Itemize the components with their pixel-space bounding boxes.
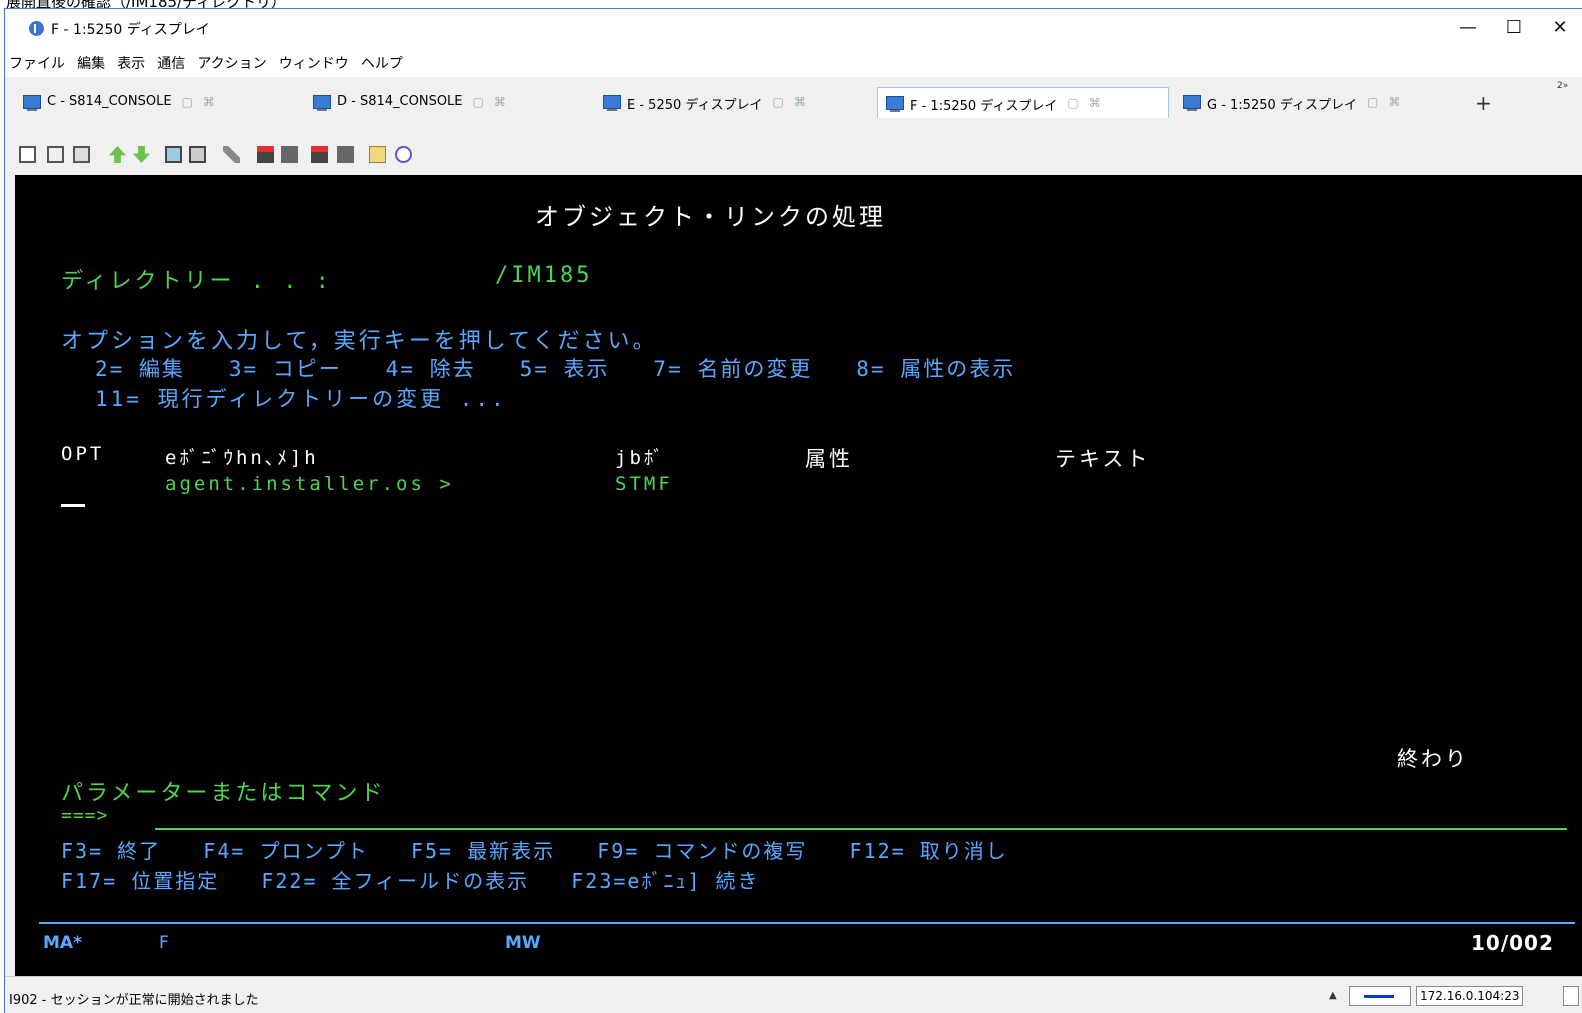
tab-close-icon[interactable]: ⌘ [494,95,506,109]
tab-restore-icon[interactable]: ▢ [182,95,193,109]
menu-help[interactable]: ヘルプ [361,53,403,73]
screen-title: オブジェクト・リンクの処理 [535,203,886,231]
column-attribute: 属性 [805,447,853,471]
oia-indicator-left: MA* [43,933,82,953]
menu-window[interactable]: ウィンドウ [279,53,349,73]
network-connection-icon [1349,986,1411,1006]
toolbar [5,137,1582,175]
menu-view[interactable]: 表示 [117,53,145,73]
instruction-text: オプションを入力して，実行キーを押してください。 [61,329,658,354]
monitor-icon [23,95,41,111]
add-tab-button[interactable]: + [1475,91,1492,115]
image-icon[interactable] [165,146,182,163]
options-line-2: 11= 現行ディレクトリーの変更 ... [95,387,507,411]
title-bar: F - 1:5250 ディスプレイ — ☐ ✕ [5,9,1582,47]
monitor-icon [603,95,621,111]
command-prompt: ===> [61,805,109,826]
column-name: eﾎﾞﾆﾞｳhn､ﾒ]h [165,447,319,469]
column-type: jbﾎﾞ [615,447,666,469]
table-icon[interactable] [189,146,206,163]
notes-icon[interactable] [369,146,386,163]
column-opt: OPT [61,443,105,465]
monitor-icon [1183,95,1201,111]
directory-label: ディレクトリー . . : [61,269,332,294]
menu-file[interactable]: ファイル [9,53,65,73]
help-icon[interactable] [395,146,412,163]
paste-block-icon[interactable] [73,146,90,163]
oia-indicator-f: F [159,933,169,953]
param-label: パラメーターまたはコマンド [61,781,386,806]
opt-input-cursor[interactable] [61,504,85,507]
download-icon[interactable] [133,146,150,163]
function-keys-line-2: F17= 位置指定 F22= 全フィールドの表示 F23=eﾎﾞﾆｭ] 続き [61,869,760,893]
options-line-1: 2= 編集 3= コピー 4= 除去 5= 表示 7= 名前の変更 8= 属性の… [95,357,1016,381]
cursor-position: 10/002 [1471,931,1554,955]
monitor-icon [886,96,904,112]
tab-restore-icon[interactable]: ▢ [1067,96,1078,110]
window-title: F - 1:5250 ディスプレイ [51,22,210,38]
row-name: agent.installer.os > [165,473,454,495]
row-type: STMF [615,473,673,495]
tab-close-icon[interactable]: ⌘ [1388,95,1400,109]
page-top-caption: 展開直後の確認（/IM185/ディレクトリ） [0,0,1582,8]
tab-close-icon[interactable]: ⌘ [794,95,806,109]
terminal-screen[interactable]: オブジェクト・リンクの処理 ディレクトリー . . : /IM185 オプション… [15,175,1582,976]
status-bar: I902 - セッションが正常に開始されました ▲ 172.16.0.104:2… [5,976,1582,1013]
tab-close-icon[interactable]: ⌘ [203,95,215,109]
host-address: 172.16.0.104:23 [1416,986,1524,1006]
tab-restore-icon[interactable]: ▢ [1367,95,1378,109]
app-icon [29,21,44,36]
record-macro-icon[interactable] [257,146,274,163]
menu-communication[interactable]: 通信 [157,53,185,73]
play-macro-icon[interactable] [281,146,298,163]
directory-value: /IM185 [495,263,593,288]
close-button[interactable]: ✕ [1537,9,1582,47]
tab-session-e[interactable]: E - 5250 ディスプレイ ▢ ⌘ [595,87,875,117]
copy-icon[interactable] [19,146,36,163]
column-text: テキスト [1055,447,1151,471]
function-keys-line-1: F3= 終了 F4= プロンプト F5= 最新表示 F9= コマンドの複写 F1… [61,839,1008,863]
emulator-window: F - 1:5250 ディスプレイ — ☐ ✕ ファイル 編集 表示 通信 アク… [4,8,1582,1013]
tab-session-c[interactable]: C - S814_CONSOLE ▢ ⌘ [15,87,305,117]
tab-restore-icon[interactable]: ▢ [473,95,484,109]
paste-icon[interactable] [47,146,64,163]
tab-session-g[interactable]: G - 1:5250 ディスプレイ ▢ ⌘ [1175,87,1465,117]
upload-icon[interactable] [109,146,126,163]
scroll-up-icon[interactable]: ▲ [1329,990,1337,1001]
oia-indicator-mw: MW [505,933,541,953]
tab-overflow-button[interactable]: 2» [1557,81,1568,91]
tab-session-d[interactable]: D - S814_CONSOLE ▢ ⌘ [305,87,595,117]
menu-edit[interactable]: 編集 [77,53,105,73]
tab-session-f[interactable]: F - 1:5250 ディスプレイ ▢ ⌘ [877,87,1169,118]
maximize-button[interactable]: ☐ [1491,9,1537,47]
command-input[interactable] [155,828,1567,830]
menu-bar: ファイル 編集 表示 通信 アクション ウィンドウ ヘルプ [5,47,1582,77]
print-icon[interactable] [337,146,354,163]
minimize-button[interactable]: — [1445,9,1491,47]
session-tab-bar: C - S814_CONSOLE ▢ ⌘ D - S814_CONSOLE ▢ ⌘ E … [5,77,1582,138]
tab-close-icon[interactable]: ⌘ [1089,96,1101,110]
tab-restore-icon[interactable]: ▢ [772,95,783,109]
monitor-icon [313,95,331,111]
session-status-icon [1563,986,1579,1006]
macro-icon[interactable] [223,146,240,163]
end-marker: 終わり [1397,747,1469,771]
status-message: I902 - セッションが正常に開始されました [9,993,259,1008]
oia-separator [39,922,1575,924]
menu-action[interactable]: アクション [197,53,266,73]
print-screen-icon[interactable] [311,146,328,163]
